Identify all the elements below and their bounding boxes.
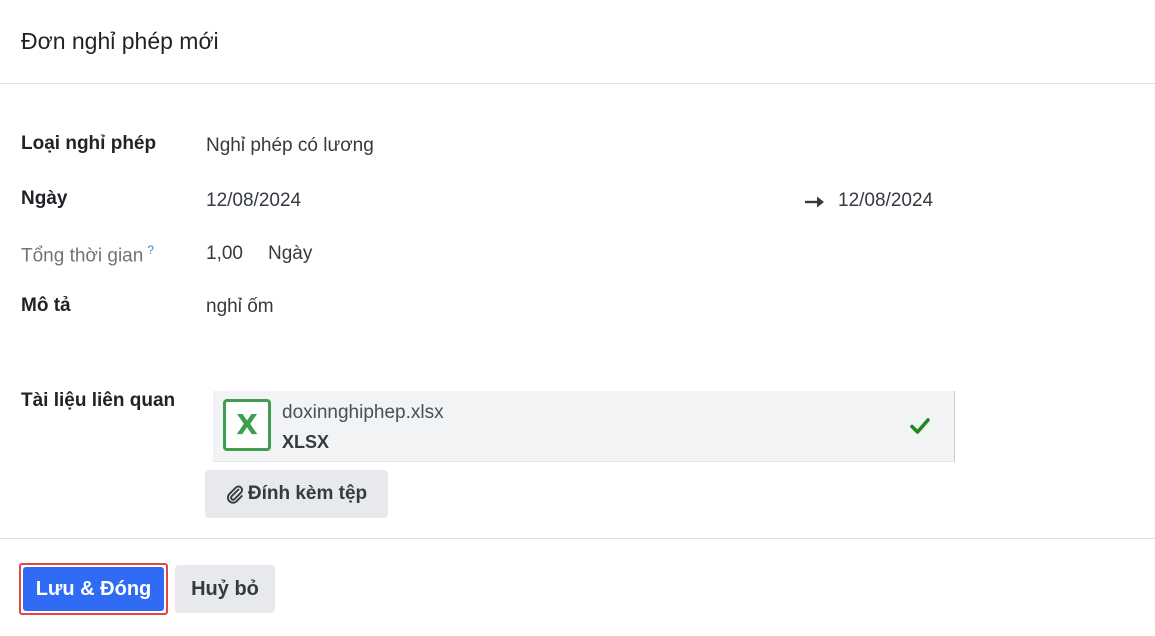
end-date-field[interactable]: 12/08/2024: [838, 190, 933, 212]
leave-type-field[interactable]: Nghỉ phép có lương: [206, 135, 374, 157]
leave-type-label: Loại nghỉ phép: [21, 133, 157, 154]
dialog-header: Đơn nghỉ phép mới: [0, 0, 1155, 84]
attachment-file-type: XLSX: [282, 432, 330, 452]
description-field[interactable]: nghỉ ốm: [206, 296, 274, 318]
duration-value: 1,00: [206, 243, 243, 264]
duration-unit: Ngày: [268, 243, 313, 264]
paperclip-icon: [226, 485, 243, 504]
check-icon: [910, 418, 930, 434]
start-date-field[interactable]: 12/08/2024: [206, 190, 301, 212]
dialog-footer: Lưu & Đóng Huỷ bỏ: [0, 538, 1155, 636]
dialog-title: Đơn nghỉ phép mới: [21, 28, 219, 54]
duration-label-text: Tổng thời gian: [21, 245, 144, 267]
date-label: Ngày: [21, 188, 68, 209]
save-and-close-button[interactable]: Lưu & Đóng: [23, 567, 164, 611]
excel-file-icon: X: [223, 399, 271, 451]
attachment-card[interactable]: X doxinnghiphep.xlsx XLSX: [213, 391, 955, 462]
arrow-right-icon: [805, 196, 824, 208]
attachment-file-name: doxinnghiphep.xlsx: [282, 402, 444, 423]
duration-label: Tổng thời gian?: [21, 243, 154, 267]
help-tooltip-icon[interactable]: ?: [147, 243, 154, 257]
description-label: Mô tả: [21, 295, 71, 316]
attach-file-button[interactable]: Đính kèm tệp: [205, 470, 388, 518]
attach-file-label: Đính kèm tệp: [247, 483, 368, 504]
save-button-highlight: Lưu & Đóng: [19, 563, 168, 615]
documents-label: Tài liệu liên quan: [21, 390, 176, 411]
new-leave-dialog: Đơn nghỉ phép mới Loại nghỉ phép Nghỉ ph…: [0, 0, 1155, 636]
cancel-button[interactable]: Huỷ bỏ: [175, 565, 275, 613]
